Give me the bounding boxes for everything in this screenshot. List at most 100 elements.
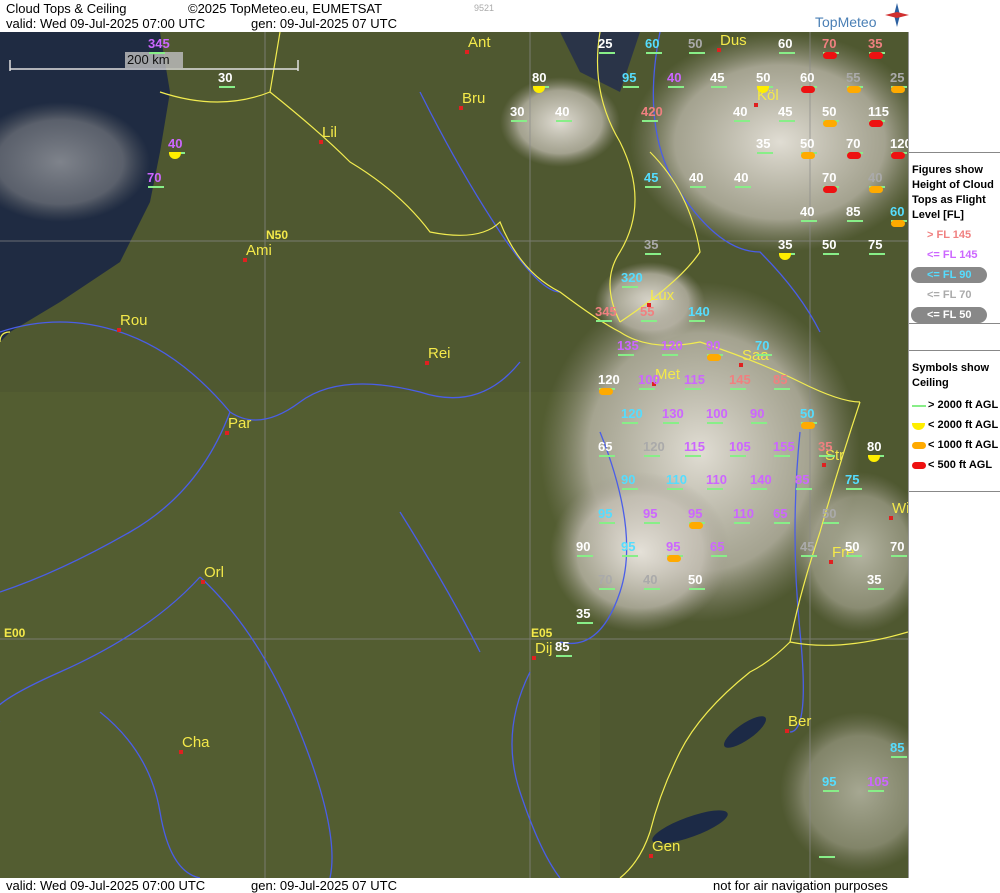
city-label: Wi (892, 500, 908, 517)
ceiling-underline (662, 354, 678, 356)
cloud-top-figure: 40 (689, 170, 704, 185)
ceiling-underline (819, 455, 835, 457)
ceiling-underline (667, 488, 683, 490)
compass-logo-icon (885, 3, 909, 27)
cloud-top-figure: 50 (756, 70, 771, 85)
cloud-top-figure: 65 (710, 539, 725, 554)
cloud-top-figure: 110 (666, 472, 687, 487)
cloud-top-figure: 50 (688, 36, 703, 51)
cloud-top-figure: 40 (734, 170, 749, 185)
ceiling-underline (685, 455, 701, 457)
map-view[interactable]: 200 km N50 E00 E05 Ant Dus Bru Köl Lil Ami Lux… (0, 32, 908, 878)
cloud-top-figure: 90 (621, 472, 636, 487)
ceiling-underline (707, 422, 723, 424)
ceiling-underline (219, 86, 235, 88)
city-label: Ami (246, 242, 272, 259)
ceiling-symbol-icon (847, 86, 861, 93)
product-title: Cloud Tops & Ceiling (6, 1, 127, 16)
ceiling-underline (690, 186, 706, 188)
ceiling-symbol-icon (599, 388, 613, 395)
ceiling-underline (779, 120, 795, 122)
ceiling-symbol-icon (869, 186, 883, 193)
ceiling-underline (596, 320, 612, 322)
cloud-top-figure: 70 (890, 539, 905, 554)
cloud-top-figure: 40 (733, 104, 748, 119)
ceiling-symbol-icon (847, 152, 861, 159)
ceiling-symbol-icon (823, 186, 837, 193)
ceiling-underline (846, 488, 862, 490)
ceiling-underline (577, 622, 593, 624)
cloud-top-figure: 60 (800, 70, 815, 85)
ceiling-symbol-icon (707, 354, 721, 361)
legend-item: > 2000 ft AGL (928, 399, 999, 411)
copyright: ©2025 TopMeteo.eu, EUMETSAT (188, 1, 383, 16)
ceiling-underline (751, 422, 767, 424)
ceiling-underline (711, 555, 727, 557)
cloud-top-figure: 85 (846, 204, 861, 219)
cloud-top-figure: 70 (822, 36, 837, 51)
ceiling-underline (577, 555, 593, 557)
cloud-top-figure: 90 (706, 338, 721, 353)
ceiling-underline (623, 86, 639, 88)
city-label: Gen (652, 838, 681, 855)
cloud-top-figure: 90 (576, 539, 591, 554)
ceiling-underline (823, 522, 839, 524)
cloud-top-figure: 80 (532, 70, 547, 85)
city-label: Par (228, 415, 252, 432)
ceiling-legend-title: Symbols show Ceiling (912, 362, 990, 389)
ceiling-underline (891, 555, 907, 557)
cloud-top-figure: 50 (822, 237, 837, 252)
ceiling-underline (689, 320, 705, 322)
ceiling-symbol-icon (801, 422, 815, 429)
ceiling-underline (734, 522, 750, 524)
ceiling-underline (730, 455, 746, 457)
cloud-top-figure: 80 (867, 439, 882, 454)
cloud-top-figure: 320 (621, 270, 643, 285)
ceiling-underline (556, 120, 572, 122)
cloud-top-figure: 40 (800, 204, 815, 219)
cloud-top-figure: 35 (644, 237, 659, 252)
cloud-top-figure: 85 (773, 372, 788, 387)
ceiling-symbol-icon (823, 52, 837, 59)
ceiling-underline (663, 422, 679, 424)
cloud-top-figure: 115 (868, 104, 889, 119)
cloud-top-figure: 95 (643, 506, 658, 521)
cloud-top-figure: 45 (778, 104, 793, 119)
cloud-top-figure: 35 (868, 36, 883, 51)
city-label: Dus (720, 32, 747, 49)
ceiling-underline (823, 253, 839, 255)
cloud-top-figure: 120 (643, 439, 665, 454)
cloud-top-figure: 85 (890, 740, 905, 755)
cloud-top-figure: 155 (773, 439, 795, 454)
city-label: Ant (468, 34, 491, 51)
brand-logo: TopMeteo (815, 14, 877, 30)
cloud-top-figure: 65 (598, 439, 613, 454)
legend-item: > FL 145 (927, 229, 972, 241)
ceiling-underline (642, 120, 658, 122)
cloud-top-figure: 45 (800, 539, 815, 554)
cloud-top-figure: 95 (622, 70, 637, 85)
ceiling-underline (668, 86, 684, 88)
cloud-top-figure: 140 (688, 304, 710, 319)
ceiling-underline (149, 52, 165, 54)
ceiling-underline (685, 388, 701, 390)
ceiling-underline (869, 253, 885, 255)
cloud-top-figure: 140 (750, 472, 772, 487)
footer-valid-time: valid: Wed 09-Jul-2025 07:00 UTC (6, 878, 206, 893)
ceiling-underline (556, 655, 572, 657)
image-code: 9521 (474, 3, 495, 13)
cloud-top-figure: 50 (688, 572, 703, 587)
cloud-top-figure: 120 (890, 136, 908, 151)
cloud-top-figure: 70 (147, 170, 162, 185)
cloud-top-figure: 120 (598, 372, 620, 387)
cloud-top-figure: 55 (846, 70, 861, 85)
ceiling-underline (735, 186, 751, 188)
cloud-top-figure: 115 (684, 372, 705, 387)
legend-symbol-icon (912, 442, 926, 449)
city-label: Cha (182, 734, 210, 751)
ceiling-underline (644, 588, 660, 590)
ceiling-underline (645, 253, 661, 255)
ceiling-underline (622, 422, 638, 424)
cloud-top-figure: 100 (638, 372, 660, 387)
cloud-top-figure: 50 (800, 406, 815, 421)
